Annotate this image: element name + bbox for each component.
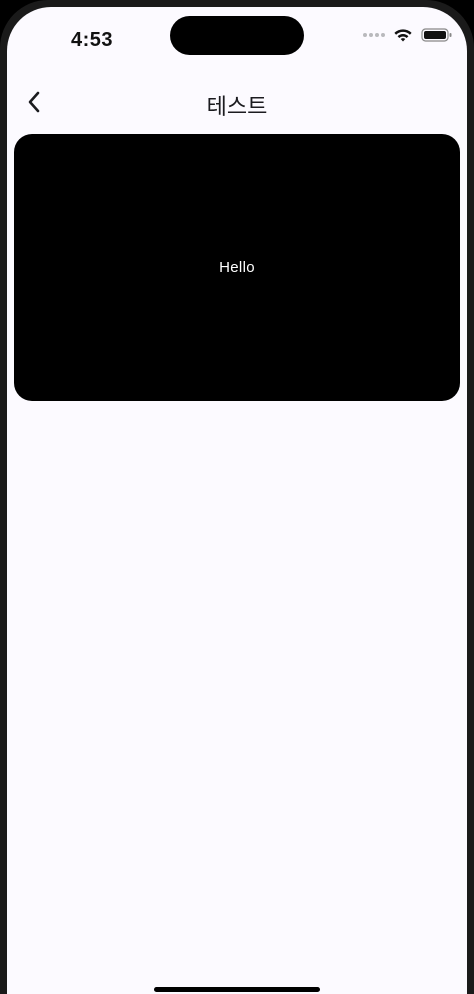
- battery-icon: [421, 28, 452, 42]
- status-time: 4:53: [71, 29, 114, 51]
- dynamic-island: [170, 16, 304, 55]
- app-screen: 4:53 테스트 Hello: [7, 7, 467, 994]
- home-indicator[interactable]: [154, 987, 320, 992]
- page-title: 테스트: [206, 94, 268, 119]
- hello-card[interactable]: Hello: [14, 134, 460, 401]
- signal-dots-icon: [363, 33, 385, 37]
- status-icons: [363, 25, 453, 45]
- navigation-bar: 테스트: [7, 79, 467, 129]
- device-frame: 4:53 테스트 Hello: [0, 0, 474, 994]
- status-bar: 4:53: [7, 7, 467, 69]
- card-text: Hello: [219, 259, 255, 276]
- wifi-icon: [394, 29, 412, 42]
